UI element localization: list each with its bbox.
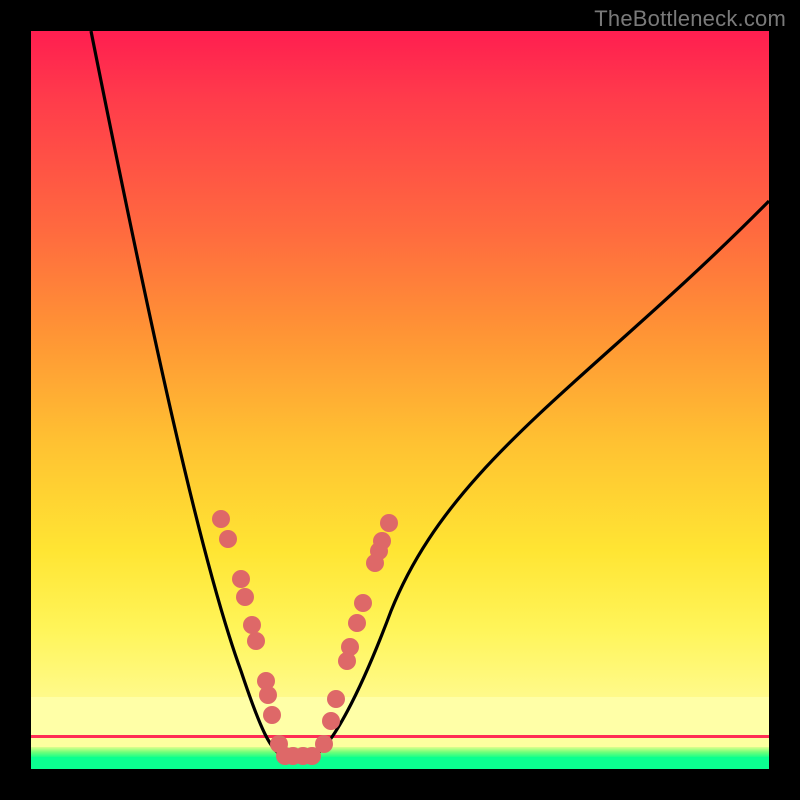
data-dot <box>303 747 321 765</box>
data-dot <box>373 532 391 550</box>
data-dot <box>247 632 265 650</box>
data-dot <box>354 594 372 612</box>
curve-svg <box>31 31 769 769</box>
data-dot <box>327 690 345 708</box>
data-dot <box>341 638 359 656</box>
data-dot <box>380 514 398 532</box>
plot-area <box>31 31 769 769</box>
watermark-text: TheBottleneck.com <box>594 6 786 32</box>
dots-group <box>212 510 398 765</box>
data-dot <box>263 706 281 724</box>
data-dot <box>236 588 254 606</box>
data-dot <box>348 614 366 632</box>
data-dot <box>243 616 261 634</box>
data-dot <box>212 510 230 528</box>
outer-frame: TheBottleneck.com <box>0 0 800 800</box>
bottleneck-curve <box>91 31 769 756</box>
data-dot <box>259 686 277 704</box>
data-dot <box>322 712 340 730</box>
data-dot <box>219 530 237 548</box>
data-dot <box>232 570 250 588</box>
